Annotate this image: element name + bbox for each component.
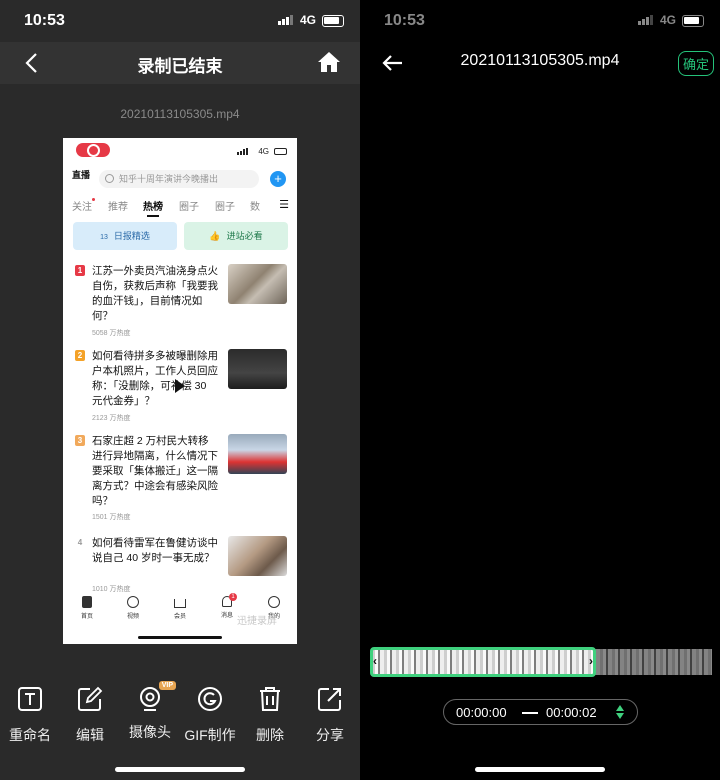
battery-icon [322,15,344,27]
battery-icon [682,15,704,27]
tab-circle-a[interactable]: 圈子 [179,198,199,213]
must-see-button[interactable]: 👍 进站必看 [184,222,288,250]
top-bar: 20210113105305.mp4 确定 [360,42,720,84]
status-bar: 10:53 4G [360,0,720,42]
trash-icon [260,687,280,711]
daily-picks-button[interactable]: 13 日报精选 [73,222,177,250]
bell-icon: 1 [222,593,237,607]
rename-icon [18,687,42,711]
nav-video[interactable]: 视频 [115,596,151,620]
signal-icon [278,15,293,25]
trim-selection[interactable]: ‹ › [370,647,596,677]
home-icon [82,596,92,608]
profile-icon [268,596,280,608]
rank-badge: 1 [75,265,85,276]
message-badge: 1 [229,593,237,601]
phone-home-indicator [138,636,222,639]
time-end: 00:00:02 [546,705,597,720]
top-bar: 录制已结束 [0,42,360,84]
share-button[interactable]: 分享 [302,685,358,745]
item-thumbnail [228,349,287,389]
search-bar[interactable]: 知乎十周年演讲今晚播出 [99,170,259,188]
item-title: 如何看待雷军在鲁健访谈中说自己 40 岁时一事无成？ [92,537,218,564]
rank-badge: 4 [77,538,83,547]
status-time: 10:53 [384,12,425,29]
tab-hot[interactable]: 热榜 [143,198,163,217]
item-title: 江苏一外卖员汽油浇身点火自伤，获救后声称「我要我的血汗钱」，目前情况如何？ [92,265,218,322]
home-indicator [115,767,245,772]
item-title: 如何看待拼多多被曝删除用户本机照片，工作人员回应称：「没删除，可补偿 30 元代… [92,350,218,407]
network-label: 4G [299,13,316,27]
tab-follow[interactable]: 关注 [72,198,95,213]
tab-bar: 关注 推荐 热榜 圈子 圈子 数 ☰ [72,198,289,217]
signal-icon [237,148,248,155]
time-range[interactable]: 00:00:00 00:00:02 [443,699,638,725]
recording-indicator [76,143,110,157]
gif-button[interactable]: GIF制作 [182,685,238,745]
file-name: 20210113105305.mp4 [120,107,240,121]
add-icon[interactable]: + [270,171,286,187]
signal-icon [638,15,653,25]
vip-badge: VIP [158,681,176,690]
item-heat: 1501 万热度 [92,514,131,521]
nav-home[interactable]: 首页 [69,596,105,620]
item-title: 石家庄超 2 万村民大转移进行异地隔离，什么情况下要采取「集体搬迁」这一隔离方式… [92,435,218,507]
play-icon [175,379,185,393]
delete-button[interactable]: 删除 [242,685,298,745]
camera-icon: VIP [136,681,176,713]
watermark: 迅捷录屏 [237,616,277,627]
status-time: 10:53 [24,12,65,29]
page-title: 录制已结束 [137,57,223,76]
home-button[interactable] [316,49,342,75]
tab-data[interactable]: 数 [250,198,260,213]
item-thumbnail [228,536,287,576]
share-icon [318,688,341,711]
stepper-icon[interactable] [615,704,625,720]
item-heat: 5058 万热度 [92,330,131,337]
left-screen: 10:53 4G 录制已结束 20210113105305.mp4 4G 直播 … [0,0,360,780]
item-thumbnail [228,264,287,304]
live-logo[interactable]: 直播 [72,171,90,180]
rank-badge: 3 [75,435,85,446]
time-start: 00:00:00 [456,705,507,720]
member-icon [174,599,186,608]
back-arrow-button[interactable] [376,48,408,78]
gif-icon [198,687,222,711]
item-heat: 2123 万热度 [92,415,131,422]
trim-left-handle[interactable]: ‹ [373,654,377,668]
home-indicator [475,767,605,772]
video-title: 20210113105305.mp4 [460,52,620,69]
tab-recommend[interactable]: 推荐 [108,198,128,213]
item-thumbnail [228,434,287,474]
rename-button[interactable]: 重命名 [2,685,58,745]
confirm-button[interactable]: 确定 [677,51,714,76]
range-dash [522,712,538,714]
battery-icon [274,148,287,155]
trim-right-handle[interactable]: › [589,654,593,668]
video-icon [127,596,139,608]
search-icon [105,174,114,183]
frame-strip-unselected [596,649,712,675]
edit-icon [78,686,103,711]
recorded-app-screen: 4G 直播 知乎十周年演讲今晚播出 + 关注 推荐 热榜 圈子 圈子 数 ☰ 1… [63,138,297,644]
status-bar: 10:53 4G [0,0,360,42]
right-screen: 10:53 4G 20210113105305.mp4 确定 4G 直播 知乎十… [360,0,720,780]
search-placeholder: 知乎十周年演讲今晚播出 [119,174,219,184]
network-label: 4G [659,13,676,27]
nav-member[interactable]: 会员 [162,596,198,620]
camera-button[interactable]: VIP 摄像头 [122,681,178,742]
video-preview[interactable]: 4G 直播 知乎十周年演讲今晚播出 + 关注 推荐 热榜 圈子 圈子 数 ☰ 1… [63,138,297,644]
network-label: 4G [258,147,269,156]
rank-badge: 2 [75,350,85,361]
item-heat: 1010 万热度 [92,586,131,593]
action-toolbar: 重命名 编辑 VIP 摄像头 GIF制作 删除 分享 [0,681,360,755]
menu-icon[interactable]: ☰ [279,198,289,211]
tab-circle-b[interactable]: 圈子 [215,198,235,213]
edit-button[interactable]: 编辑 [62,685,118,745]
